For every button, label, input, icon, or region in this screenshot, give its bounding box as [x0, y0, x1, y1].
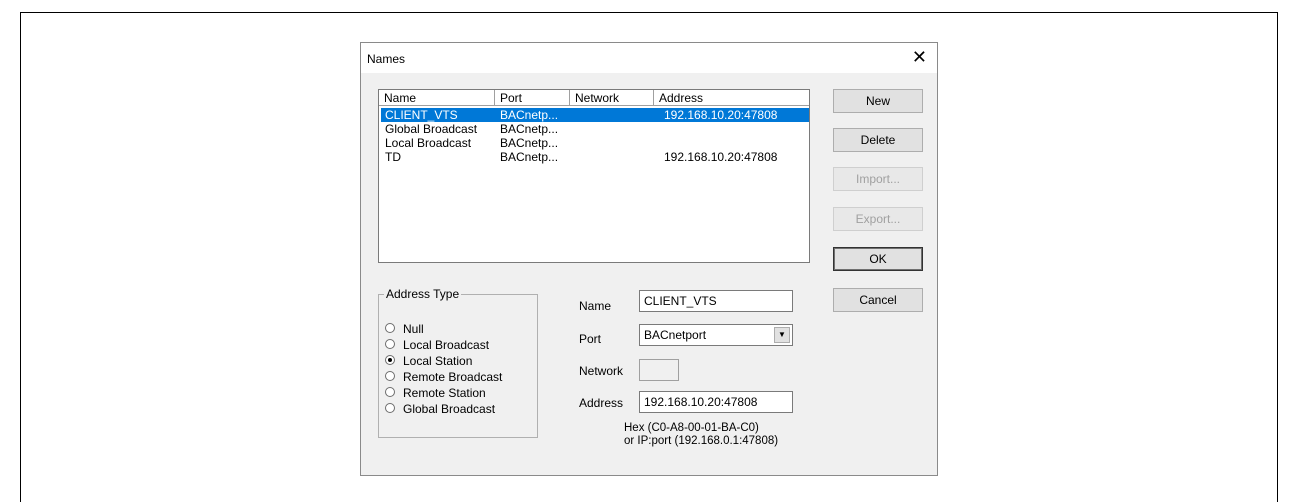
radio-label: Local Broadcast [403, 338, 490, 352]
ok-button[interactable]: OK [833, 247, 923, 271]
row-port: BACnetp... [500, 136, 559, 150]
row-port: BACnetp... [500, 150, 559, 164]
list-row-global-broadcast[interactable]: Global Broadcast BACnetp... [381, 122, 809, 136]
address-hint-ip: or IP:port (192.168.0.1:47808) [624, 435, 779, 447]
radio-label: Null [403, 322, 424, 336]
list-row-client-vts[interactable]: CLIENT_VTS BACnetp... 192.168.10.20:4780… [381, 108, 809, 122]
row-name: Global Broadcast [385, 122, 478, 136]
radio-label: Remote Broadcast [403, 370, 503, 384]
row-port: BACnetp... [500, 108, 559, 122]
export-button[interactable]: Export... [833, 207, 923, 231]
cancel-button[interactable]: Cancel [833, 288, 923, 312]
port-select[interactable]: BACnetport ▼ [639, 324, 793, 346]
names-dialog: Names ✕ Name Port Network Address CLIENT… [360, 42, 938, 476]
chevron-down-icon[interactable]: ▼ [774, 327, 790, 343]
names-list[interactable]: Name Port Network Address CLIENT_VTS BAC… [378, 89, 810, 263]
radio-label: Remote Station [403, 386, 486, 400]
address-type-legend: Address Type [384, 287, 462, 301]
row-name: TD [385, 150, 401, 164]
column-header-address[interactable]: Address [654, 90, 809, 106]
close-icon[interactable]: ✕ [912, 48, 927, 66]
port-label: Port [579, 332, 602, 346]
network-label: Network [579, 364, 624, 378]
radio-button-icon[interactable] [385, 339, 395, 349]
new-button[interactable]: New [833, 89, 923, 113]
column-header-name[interactable]: Name [379, 90, 495, 106]
radio-selected-dot [388, 358, 392, 362]
column-header-port[interactable]: Port [495, 90, 570, 106]
address-type-group: Address Type Null Local Broadcast Local … [378, 287, 538, 438]
list-row-td[interactable]: TD BACnetp... 192.168.10.20:47808 [381, 150, 809, 164]
radio-button-icon[interactable] [385, 403, 395, 413]
address-field[interactable]: 192.168.10.20:47808 [639, 391, 793, 413]
row-name: CLIENT_VTS [385, 108, 458, 122]
port-selected-value: BACnetport [644, 328, 707, 342]
radio-button-icon[interactable] [385, 323, 395, 333]
list-row-local-broadcast[interactable]: Local Broadcast BACnetp... [381, 136, 809, 150]
name-field[interactable]: CLIENT_VTS [639, 290, 793, 312]
row-port: BACnetp... [500, 122, 559, 136]
list-header: Name Port Network Address [379, 90, 809, 107]
address-label: Address [579, 396, 624, 410]
row-address: 192.168.10.20:47808 [664, 150, 778, 164]
radio-label: Local Station [403, 354, 473, 368]
row-address: 192.168.10.20:47808 [664, 108, 778, 122]
delete-button[interactable]: Delete [833, 128, 923, 152]
dialog-title: Names [367, 52, 406, 66]
network-field[interactable] [639, 359, 679, 381]
radio-button-icon[interactable] [385, 371, 395, 381]
radio-label: Global Broadcast [403, 402, 496, 416]
name-label: Name [579, 299, 612, 313]
radio-button-icon[interactable] [385, 387, 395, 397]
radio-button-icon[interactable] [385, 355, 395, 365]
row-name: Local Broadcast [385, 136, 472, 150]
title-bar: Names ✕ [361, 43, 937, 73]
column-header-network[interactable]: Network [570, 90, 654, 106]
import-button[interactable]: Import... [833, 167, 923, 191]
address-hint-hex: Hex (C0-A8-00-01-BA-C0) [624, 422, 759, 434]
